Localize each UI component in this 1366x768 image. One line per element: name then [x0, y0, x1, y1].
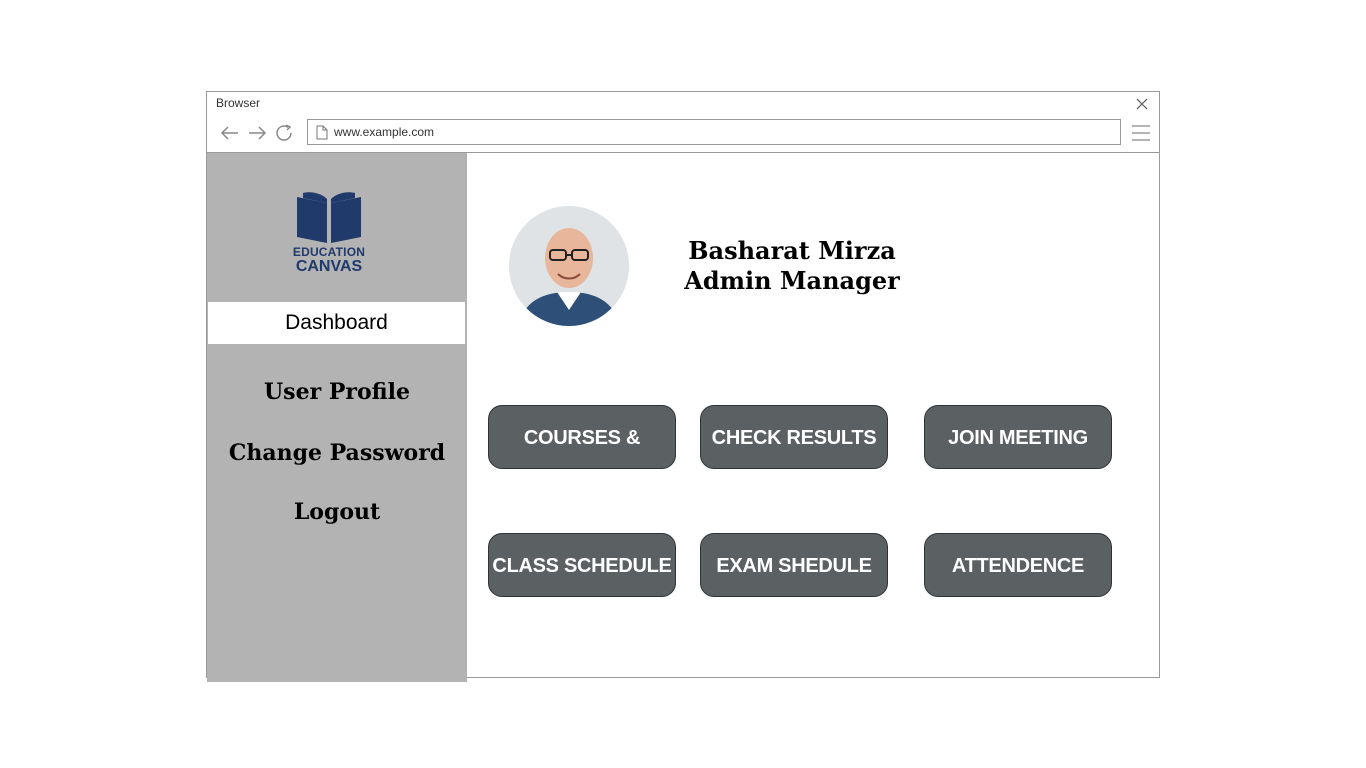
address-bar[interactable]: www.example.com [307, 119, 1121, 145]
back-arrow-icon[interactable] [219, 123, 241, 143]
avatar [509, 206, 629, 326]
url-text: www.example.com [334, 125, 435, 139]
browser-window: Browser www.example.com EDUCATION CANVAS… [206, 91, 1160, 682]
refresh-icon[interactable] [274, 123, 296, 143]
sidebar-item-logout[interactable]: Logout [207, 499, 467, 525]
class-schedule-button[interactable]: CLASS SCHEDULE [488, 533, 676, 597]
logo-text-canvas: CANVAS [295, 258, 363, 275]
exam-schedule-button[interactable]: EXAM SHEDULE [700, 533, 888, 597]
join-meeting-button[interactable]: JOIN MEETING [924, 405, 1112, 469]
forward-arrow-icon[interactable] [246, 123, 268, 143]
book-logo-icon [297, 192, 361, 243]
attendence-button[interactable]: ATTENDENCE [924, 533, 1112, 597]
sidebar: EDUCATION CANVAS Dashboard User Profile … [207, 153, 467, 682]
sidebar-item-dashboard[interactable]: Dashboard [208, 302, 465, 344]
sidebar-item-change-password[interactable]: Change Password [207, 440, 467, 466]
user-role: Admin Manager [684, 266, 900, 295]
sidebar-item-user-profile[interactable]: User Profile [207, 379, 467, 405]
check-results-button[interactable]: CHECK RESULTS [700, 405, 888, 469]
courses-classes-button[interactable]: COURSES & CLASSES [488, 405, 676, 513]
close-icon[interactable] [1134, 96, 1150, 112]
logo-text-education: EDUCATION [292, 245, 366, 259]
hamburger-menu-icon[interactable] [1131, 124, 1151, 142]
browser-title: Browser [216, 96, 261, 110]
document-icon [316, 125, 328, 145]
user-name: Basharat Mirza [688, 236, 896, 265]
navigation-bar: www.example.com [207, 118, 1159, 148]
education-canvas-logo: EDUCATION CANVAS [289, 189, 369, 279]
